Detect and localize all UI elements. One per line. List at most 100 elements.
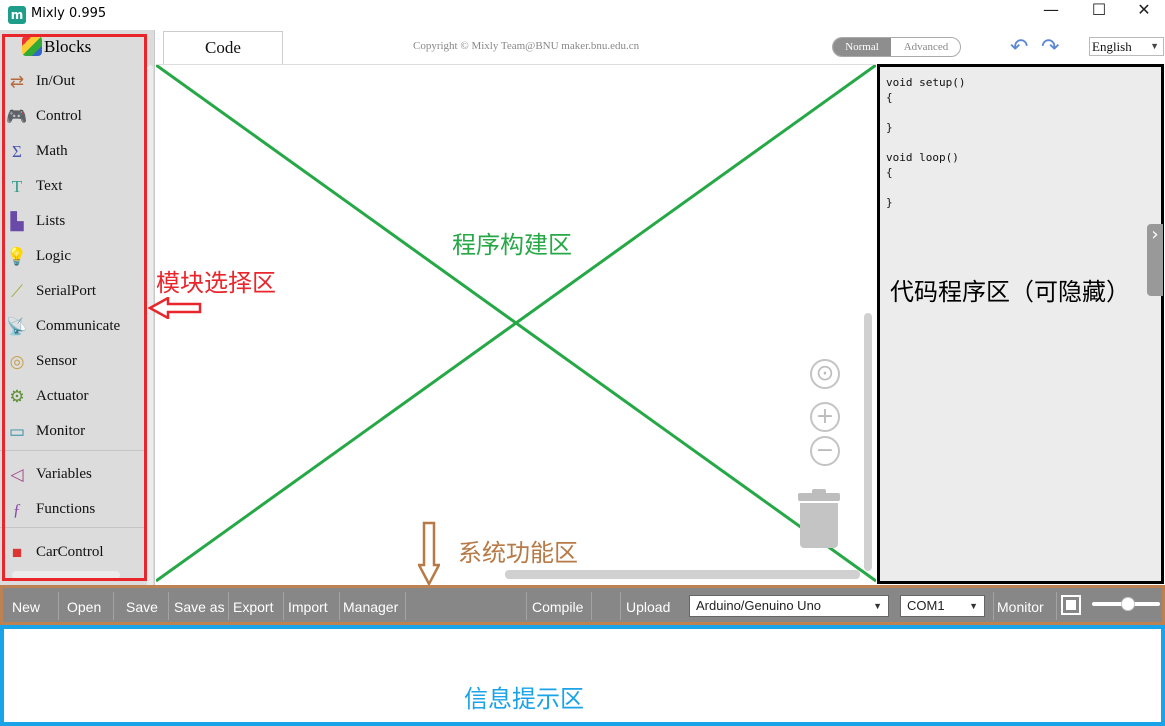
board-selected: Arduino/Genuino Uno: [696, 598, 822, 613]
app-logo-icon: m: [8, 6, 26, 24]
category-functions[interactable]: ƒ Functions: [6, 495, 136, 525]
system-toolbar: New Open Save Save as Export Import Mana…: [0, 585, 1165, 625]
language-select[interactable]: English ▼: [1089, 37, 1164, 56]
blocks-area-arrow-icon: [148, 297, 202, 319]
font-size-slider-handle[interactable]: [1121, 597, 1135, 611]
code-panel-toggle-button[interactable]: ›: [1147, 224, 1163, 296]
save-button[interactable]: Save: [126, 595, 158, 619]
satellite-icon: 📡: [6, 317, 28, 336]
language-selected: English: [1092, 39, 1132, 54]
mode-normal-button[interactable]: Normal: [833, 38, 891, 56]
category-lists[interactable]: ▙ Lists: [6, 207, 136, 237]
lists-icon: ▙: [10, 212, 24, 231]
category-separator: [0, 450, 148, 451]
category-actuator[interactable]: ⚙ Actuator: [6, 382, 136, 412]
system-area-label: 系统功能区: [458, 539, 578, 567]
cube-icon: ■: [11, 543, 23, 562]
category-label: SerialPort: [36, 283, 96, 299]
build-area-label: 程序构建区: [452, 231, 572, 259]
category-in-out[interactable]: ⇄ In/Out: [6, 67, 136, 97]
mode-toggle[interactable]: Normal Advanced: [832, 37, 961, 57]
export-button[interactable]: Export: [233, 595, 273, 619]
port-select[interactable]: COM1 ▼: [900, 595, 985, 617]
copyright-text: Copyright © Mixly Team@BNU maker.bnu.edu…: [413, 40, 640, 52]
category-label: CarControl: [36, 544, 104, 560]
category-control[interactable]: 🎮 Control: [6, 102, 136, 132]
compile-button[interactable]: Compile: [532, 595, 583, 619]
blocks-area-label: 模块选择区: [156, 269, 276, 297]
port-selected: COM1: [907, 598, 945, 613]
workspace-horizontal-scrollbar[interactable]: [505, 570, 860, 579]
category-monitor[interactable]: ▭ Monitor: [6, 417, 136, 447]
block-toolbox: Blocks ⇄ In/Out 🎮 Control Σ Math T Text ▙ Lists 💡 L…: [0, 30, 155, 595]
category-carcontrol[interactable]: ■ CarControl: [6, 538, 136, 568]
in-out-icon: ⇄: [9, 72, 25, 91]
trash-icon[interactable]: [798, 489, 840, 549]
variables-icon: ◁: [10, 465, 24, 484]
close-button[interactable]: ✕: [1121, 0, 1165, 30]
system-area-arrow-icon: [418, 521, 440, 587]
category-label: In/Out: [36, 73, 76, 89]
upload-button[interactable]: Upload: [626, 595, 670, 619]
monitor-button[interactable]: Monitor: [997, 595, 1044, 619]
zoom-in-icon[interactable]: +: [810, 402, 840, 432]
category-label: Control: [36, 108, 82, 124]
category-label: Actuator: [36, 388, 89, 404]
workspace-vertical-scrollbar[interactable]: [864, 313, 872, 571]
code-panel[interactable]: void setup() { } void loop() { } 代码程序区（可…: [877, 64, 1164, 584]
serial-port-icon: ⟋: [11, 282, 23, 301]
mode-advanced-button[interactable]: Advanced: [891, 38, 960, 56]
category-logic[interactable]: 💡 Logic: [6, 242, 136, 272]
title-bar: m Mixly 0.995 — ☐ ✕: [0, 0, 1165, 30]
recenter-icon[interactable]: ⊙: [810, 359, 840, 389]
undo-icon[interactable]: ↶: [1010, 35, 1028, 60]
category-communicate[interactable]: 📡 Communicate: [6, 312, 136, 342]
chip-icon[interactable]: [1061, 595, 1081, 615]
toolbox-vertical-scrollbar[interactable]: [147, 65, 153, 595]
zoom-out-icon[interactable]: −: [810, 436, 840, 466]
category-label: Communicate: [36, 318, 121, 334]
redo-icon[interactable]: ↷: [1041, 35, 1059, 60]
window-title: Mixly 0.995: [31, 6, 107, 21]
toolbox-horizontal-scrollbar[interactable]: [12, 571, 120, 579]
code-area-label: 代码程序区（可隐藏）: [890, 278, 1130, 306]
lightbulb-icon: 💡: [6, 247, 28, 266]
blocks-header: Blocks: [22, 36, 91, 57]
category-label: Logic: [36, 248, 71, 264]
new-button[interactable]: New: [12, 595, 40, 619]
category-math[interactable]: Σ Math: [6, 137, 136, 167]
import-button[interactable]: Import: [288, 595, 328, 619]
blocks-puzzle-icon: [22, 36, 42, 56]
maximize-button[interactable]: ☐: [1076, 0, 1122, 30]
board-select[interactable]: Arduino/Genuino Uno ▼: [689, 595, 889, 617]
gamepad-icon: 🎮: [6, 107, 28, 126]
code-text[interactable]: void setup() { } void loop() { }: [886, 75, 965, 210]
sensor-icon: ◎: [9, 352, 25, 371]
category-label: Lists: [36, 213, 66, 229]
category-separator: [0, 527, 148, 528]
blocks-header-label: Blocks: [44, 37, 92, 56]
category-label: Sensor: [36, 353, 77, 369]
category-serialport[interactable]: ⟋ SerialPort: [6, 277, 136, 307]
functions-icon: ƒ: [12, 500, 22, 519]
block-workspace[interactable]: 程序构建区 模块选择区 系统功能区 ⊙ + −: [148, 64, 876, 587]
category-label: Variables: [36, 466, 92, 482]
category-sensor[interactable]: ◎ Sensor: [6, 347, 136, 377]
category-variables[interactable]: ◁ Variables: [6, 460, 136, 490]
manager-button[interactable]: Manager: [343, 595, 398, 619]
category-label: Text: [36, 178, 63, 194]
category-text[interactable]: T Text: [6, 172, 136, 202]
open-button[interactable]: Open: [67, 595, 101, 619]
message-area-label: 信息提示区: [464, 685, 584, 713]
message-area: 信息提示区: [0, 625, 1165, 726]
chevron-down-icon: ▼: [969, 601, 978, 611]
save-as-button[interactable]: Save as: [174, 595, 225, 619]
monitor-icon: ▭: [8, 422, 26, 441]
text-icon: T: [11, 177, 23, 196]
category-label: Monitor: [36, 423, 86, 439]
minimize-button[interactable]: —: [1028, 0, 1074, 30]
tab-code[interactable]: Code: [163, 31, 283, 64]
category-label: Math: [36, 143, 68, 159]
chevron-down-icon: ▼: [873, 601, 882, 611]
build-area-cross: [156, 65, 876, 583]
